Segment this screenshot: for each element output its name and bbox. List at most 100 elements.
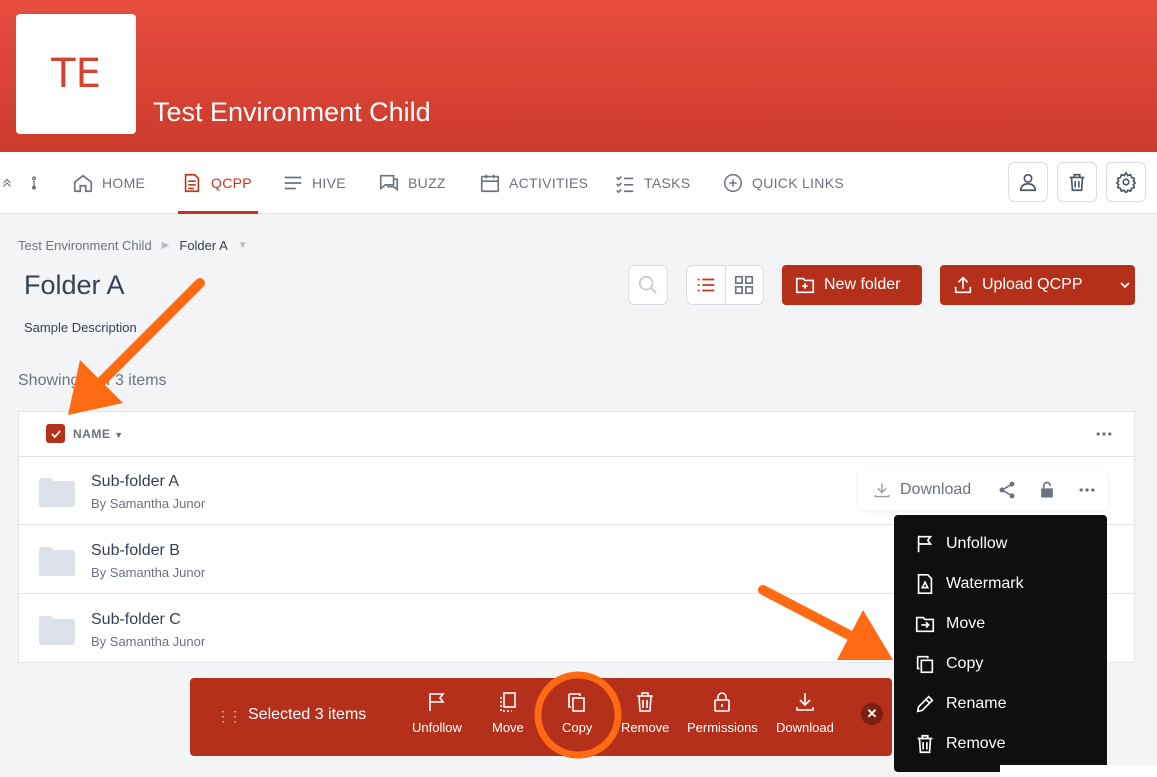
bulk-action-label: Copy bbox=[562, 720, 593, 735]
download-label: Download bbox=[900, 481, 972, 498]
menu-item-watermark[interactable]: Watermark bbox=[894, 564, 1107, 604]
list-icon bbox=[697, 278, 714, 292]
context-menu: Unfollow Watermark Move Copy Rename Remo… bbox=[894, 515, 1107, 772]
close-button[interactable]: ✕ bbox=[861, 703, 883, 725]
row-name[interactable]: Sub-folder B bbox=[91, 542, 180, 560]
site-logo[interactable]: TE bbox=[16, 14, 136, 134]
menu-item-copy[interactable]: Copy bbox=[894, 644, 1107, 684]
breadcrumb: Test Environment Child ▶ Folder A ▼ bbox=[18, 238, 248, 253]
lock-icon[interactable] bbox=[1037, 480, 1057, 500]
nav-tasks[interactable]: TASKS bbox=[614, 152, 690, 214]
plus-circle-icon bbox=[724, 174, 742, 192]
share-icon[interactable] bbox=[997, 480, 1017, 500]
collapse-toggle[interactable] bbox=[0, 152, 14, 214]
gear-icon bbox=[1115, 171, 1137, 193]
profile-button[interactable] bbox=[1008, 162, 1048, 202]
nav-hive[interactable]: HIVE bbox=[282, 152, 346, 214]
table-header: NAME ▼ bbox=[19, 412, 1134, 457]
chevron-down-icon[interactable]: ▼ bbox=[238, 240, 248, 251]
nav-buzz[interactable]: BUZZ bbox=[378, 152, 446, 214]
document-icon bbox=[184, 173, 200, 193]
main-nav: HOME QCPP HIVE BUZZ ACTIVITIES TASKS QUI… bbox=[0, 152, 1157, 214]
page-description: Sample Description bbox=[24, 320, 137, 335]
bulk-action-label: Permissions bbox=[687, 720, 758, 735]
chevron-down-icon[interactable] bbox=[1117, 277, 1133, 293]
row-author: By Samantha Junor bbox=[91, 496, 206, 511]
drag-handle[interactable] bbox=[26, 152, 42, 214]
menu-item-label: Copy bbox=[946, 655, 984, 672]
bulk-move-button[interactable]: Move bbox=[492, 690, 524, 735]
breadcrumb-current[interactable]: Folder A bbox=[179, 238, 227, 253]
download-button[interactable]: Download bbox=[872, 480, 971, 500]
trash-icon bbox=[1069, 173, 1085, 192]
selected-count: Selected 3 items bbox=[248, 706, 367, 723]
lines-icon bbox=[284, 176, 302, 190]
more-options-icon[interactable] bbox=[1077, 480, 1097, 500]
nav-activities-label: ACTIVITIES bbox=[509, 175, 589, 191]
folder-plus-icon bbox=[795, 277, 815, 294]
home-icon bbox=[73, 174, 93, 193]
copy-icon bbox=[568, 693, 585, 712]
page-footer-edge bbox=[1000, 765, 1157, 777]
menu-item-label: Move bbox=[946, 615, 986, 632]
close-icon: ✕ bbox=[866, 706, 878, 721]
name-column-label: NAME bbox=[73, 427, 111, 441]
collapse-icon bbox=[3, 178, 11, 187]
folder-icon bbox=[39, 478, 75, 507]
site-header: TE Test Environment Child bbox=[0, 0, 1157, 152]
menu-item-move[interactable]: Move bbox=[894, 604, 1107, 644]
name-column-header[interactable]: NAME ▼ bbox=[73, 427, 124, 441]
vertical-dots-icon bbox=[32, 176, 36, 190]
chevron-right-icon: ▶ bbox=[161, 240, 170, 251]
grid-icon bbox=[735, 275, 754, 295]
trash-button[interactable] bbox=[1057, 162, 1097, 202]
more-options-icon[interactable] bbox=[1094, 424, 1114, 444]
trash-icon bbox=[917, 734, 933, 754]
folder-icon bbox=[39, 616, 75, 645]
row-name[interactable]: Sub-folder C bbox=[91, 611, 181, 629]
nav-qcpp[interactable]: QCPP bbox=[178, 152, 258, 214]
bulk-permissions-button[interactable]: Permissions bbox=[687, 690, 758, 735]
row-name[interactable]: Sub-folder A bbox=[91, 473, 179, 491]
menu-item-label: Remove bbox=[946, 735, 1006, 752]
list-view-button[interactable] bbox=[687, 266, 726, 304]
select-all-checkbox[interactable] bbox=[46, 424, 65, 443]
nav-home-label: HOME bbox=[102, 175, 146, 191]
breadcrumb-root[interactable]: Test Environment Child bbox=[18, 238, 152, 253]
menu-item-label: Rename bbox=[946, 695, 1007, 712]
bulk-action-label: Remove bbox=[621, 720, 670, 735]
upload-icon bbox=[954, 276, 972, 294]
nav-quick-links-label: QUICK LINKS bbox=[752, 175, 844, 191]
download-icon bbox=[874, 483, 890, 498]
flag-icon bbox=[429, 693, 445, 711]
logo-text: TE bbox=[51, 51, 101, 97]
nav-home[interactable]: HOME bbox=[72, 152, 145, 214]
site-title: Test Environment Child bbox=[153, 97, 431, 127]
item-count: Showing 3 of 3 items bbox=[18, 372, 167, 389]
search-button[interactable] bbox=[628, 265, 668, 305]
nav-buzz-label: BUZZ bbox=[408, 175, 446, 191]
move-icon bbox=[500, 692, 516, 712]
bulk-unfollow-button[interactable]: Unfollow bbox=[412, 690, 462, 735]
search-icon bbox=[638, 275, 657, 294]
menu-item-unfollow[interactable]: Unfollow bbox=[894, 524, 1107, 564]
upload-button[interactable]: Upload QCPP bbox=[940, 265, 1135, 305]
copy-icon bbox=[916, 655, 934, 674]
grid-view-button[interactable] bbox=[726, 266, 764, 304]
bulk-download-button[interactable]: Download bbox=[776, 690, 834, 735]
new-folder-button[interactable]: New folder bbox=[782, 265, 922, 305]
bulk-action-label: Move bbox=[492, 720, 524, 735]
flag-icon bbox=[917, 535, 933, 553]
nav-tasks-label: TASKS bbox=[644, 175, 691, 191]
nav-activities[interactable]: ACTIVITIES bbox=[479, 152, 588, 214]
row-author: By Samantha Junor bbox=[91, 565, 206, 580]
bulk-copy-button[interactable]: Copy bbox=[562, 690, 592, 735]
menu-item-remove[interactable]: Remove bbox=[894, 724, 1107, 764]
menu-item-rename[interactable]: Rename bbox=[894, 684, 1107, 724]
nav-quick-links[interactable]: QUICK LINKS bbox=[722, 152, 844, 214]
trash-icon bbox=[637, 692, 654, 712]
sort-caret-icon: ▼ bbox=[114, 430, 124, 440]
bulk-remove-button[interactable]: Remove bbox=[621, 690, 669, 735]
settings-button[interactable] bbox=[1106, 162, 1146, 202]
drag-handle-icon[interactable]: ⋮⋮ bbox=[216, 708, 242, 725]
